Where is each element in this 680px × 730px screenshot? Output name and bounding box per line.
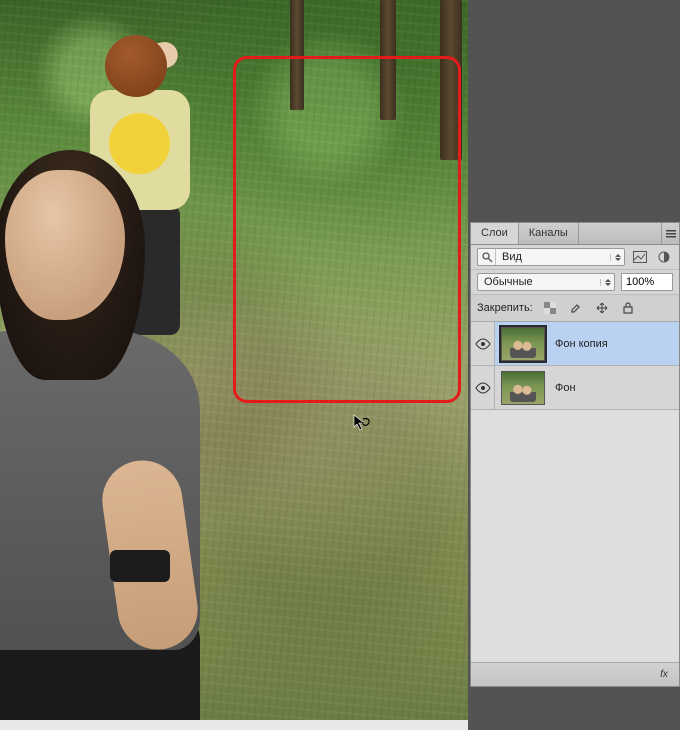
menu-icon <box>666 229 676 239</box>
lock-paint-button[interactable] <box>567 299 585 317</box>
blend-mode-label: Обычные <box>478 276 600 288</box>
filter-adjustment-button[interactable] <box>655 248 673 266</box>
layers-list: Фон копия Фон <box>471 322 679 662</box>
eye-icon <box>475 382 491 394</box>
lock-move-button[interactable] <box>593 299 611 317</box>
layer-row[interactable]: Фон <box>471 366 679 410</box>
panel-menu-button[interactable] <box>661 223 679 244</box>
lock-all-icon <box>623 302 633 314</box>
panel-tab-bar: Слои Каналы <box>471 223 679 245</box>
search-icon <box>478 249 496 265</box>
layer-name-label[interactable]: Фон копия <box>551 338 679 350</box>
eye-icon <box>475 338 491 350</box>
lock-row: Закрепить: <box>471 295 679 322</box>
blend-row: Обычные <box>471 270 679 295</box>
canvas-bottom-bar <box>0 720 468 730</box>
image-figure-woman <box>0 50 220 720</box>
layers-panel: Слои Каналы Вид Обычные <box>470 222 680 687</box>
document-canvas[interactable] <box>0 0 468 720</box>
tab-layers[interactable]: Слои <box>471 223 519 244</box>
layer-kind-label: Вид <box>496 251 610 263</box>
fx-icon: fx <box>660 669 668 680</box>
filter-pixel-button[interactable] <box>631 248 649 266</box>
lock-paint-icon <box>570 302 582 314</box>
lock-transparency-button[interactable] <box>541 299 559 317</box>
lock-move-icon <box>596 302 608 314</box>
lock-label: Закрепить: <box>477 302 533 314</box>
lock-transparency-icon <box>544 302 556 314</box>
layer-thumbnail[interactable] <box>501 371 545 405</box>
visibility-toggle[interactable] <box>471 366 495 409</box>
filter-adjust-icon <box>658 251 670 263</box>
layer-kind-dropdown[interactable]: Вид <box>477 248 625 266</box>
layer-row[interactable]: Фон копия <box>471 322 679 366</box>
visibility-toggle[interactable] <box>471 322 495 365</box>
panel-footer: fx <box>471 662 679 686</box>
layer-name-label[interactable]: Фон <box>551 382 679 394</box>
dropdown-arrows-icon <box>610 254 624 261</box>
fx-button[interactable]: fx <box>655 666 673 684</box>
lock-all-button[interactable] <box>619 299 637 317</box>
tab-channels[interactable]: Каналы <box>519 223 579 244</box>
dropdown-arrows-icon <box>600 279 614 286</box>
blend-mode-dropdown[interactable]: Обычные <box>477 273 615 291</box>
opacity-input[interactable] <box>621 273 673 291</box>
filter-row: Вид <box>471 245 679 270</box>
filter-image-icon <box>633 251 647 263</box>
layer-thumbnail[interactable] <box>501 327 545 361</box>
